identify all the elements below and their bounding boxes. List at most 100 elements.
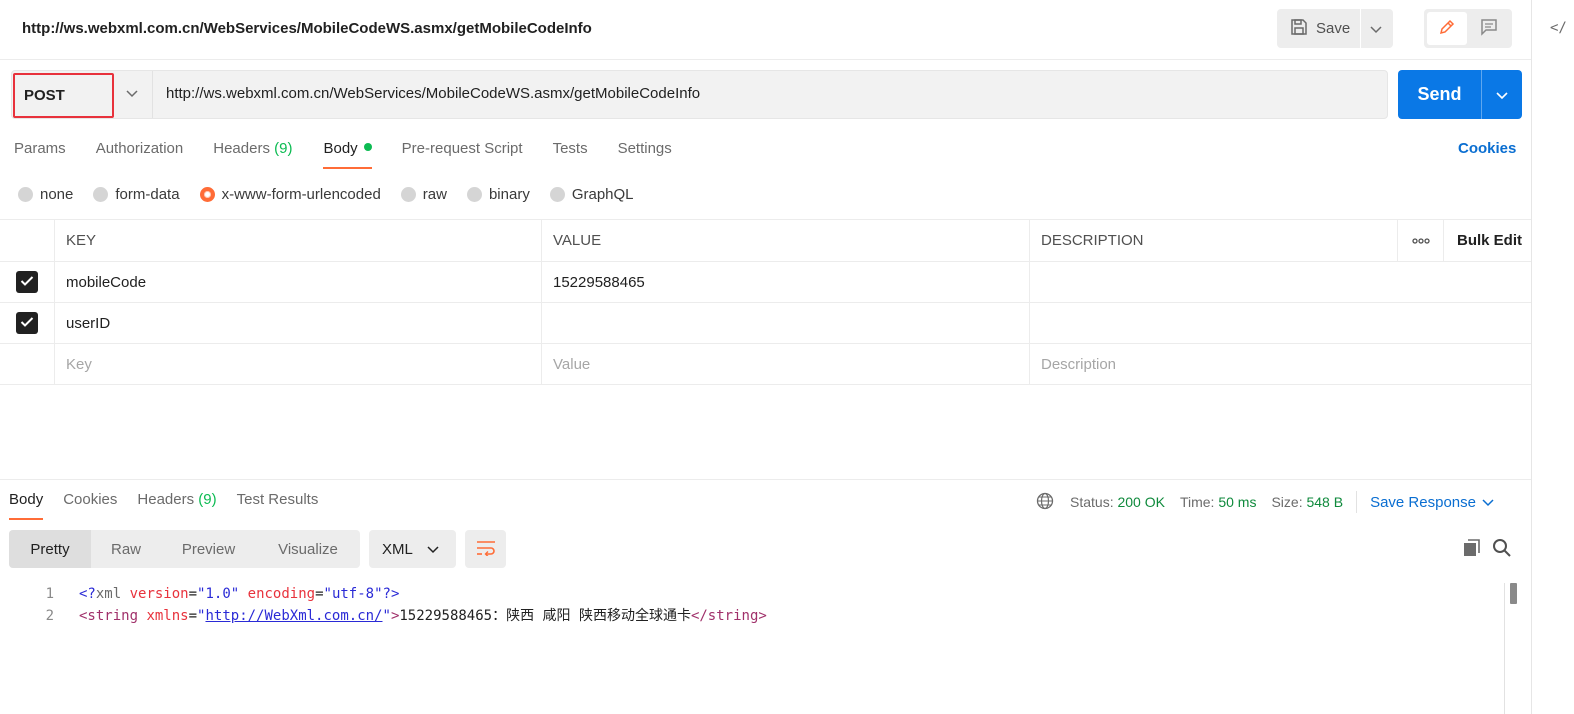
view-tab-preview[interactable]: Preview	[161, 530, 256, 568]
comments-button[interactable]	[1469, 12, 1509, 45]
code-token: "utf-8"	[323, 586, 383, 602]
code-token: xmlns	[146, 608, 189, 624]
value-cell[interactable]: 15229588465	[541, 262, 1030, 302]
method-chevron-down-icon[interactable]	[122, 84, 142, 104]
radio-label: raw	[422, 186, 447, 203]
url-input[interactable]: http://ws.webxml.com.cn/WebServices/Mobi…	[166, 85, 700, 102]
row-checkbox-cell	[0, 344, 54, 384]
comment-icon	[1480, 18, 1498, 39]
body-indicator-dot	[363, 143, 372, 152]
select-all-cell	[0, 220, 54, 261]
response-tab-headers[interactable]: Headers (9)	[137, 491, 216, 520]
response-meta: Status: 200 OK Time: 50 ms Size: 548 B S…	[1036, 491, 1494, 513]
size-value[interactable]: 548 B	[1306, 494, 1343, 510]
tab-params[interactable]: Params	[14, 140, 66, 169]
code-token: version	[129, 586, 189, 602]
radio-label: none	[40, 186, 74, 203]
response-view-tabs: Pretty Raw Preview Visualize	[9, 530, 360, 568]
radio-x-www-form-urlencoded[interactable]: x-www-form-urlencoded	[199, 186, 381, 203]
view-tab-pretty[interactable]: Pretty	[9, 530, 91, 568]
tab-headers[interactable]: Headers (9)	[213, 140, 292, 169]
code-token: <string	[79, 608, 139, 624]
code-snippet-icon[interactable]: </	[1550, 20, 1567, 36]
code-line: 1 <? xml version = "1.0" encoding = "utf-8" ?>	[0, 583, 767, 605]
tab-settings[interactable]: Settings	[618, 140, 672, 169]
radio-label: form-data	[115, 186, 180, 203]
column-header-description: DESCRIPTION	[1029, 220, 1398, 261]
response-tab-test-results[interactable]: Test Results	[237, 491, 319, 520]
radio-circle	[93, 187, 109, 202]
format-label: XML	[382, 540, 413, 558]
radio-form-data[interactable]: form-data	[93, 186, 180, 203]
tab-headers-label: Headers	[213, 140, 270, 157]
right-sidebar-divider	[1531, 0, 1532, 714]
code-token: >	[390, 608, 400, 624]
status-label: Status:	[1070, 494, 1114, 510]
format-select[interactable]: XML	[369, 530, 456, 568]
line-number: 2	[45, 608, 54, 624]
code-text: 15229588465：陕西 咸阳 陕西移动全球通卡	[399, 608, 691, 624]
copy-icon[interactable]	[1462, 538, 1482, 561]
tab-pre-request-script[interactable]: Pre-request Script	[402, 140, 523, 169]
table-header-row: KEY VALUE DESCRIPTION Bulk Edit	[0, 219, 1531, 262]
description-cell[interactable]	[1029, 262, 1398, 302]
chevron-down-icon	[427, 541, 439, 558]
code-link[interactable]: http://WebXml.com.cn/	[205, 605, 382, 627]
request-tabs: Params Authorization Headers (9) Body Pr…	[14, 140, 672, 169]
mode-toggle-group	[1424, 9, 1512, 48]
code-token: </string>	[690, 608, 767, 624]
more-options-icon[interactable]	[1397, 220, 1444, 261]
view-tab-raw[interactable]: Raw	[91, 530, 161, 568]
row-checkbox[interactable]	[16, 312, 38, 334]
response-code-view[interactable]: 1 <? xml version = "1.0" encoding = "utf-8" ?> …	[0, 583, 767, 627]
response-tab-headers-count: (9)	[198, 491, 217, 508]
edit-mode-button[interactable]	[1427, 12, 1467, 45]
tab-body[interactable]: Body	[323, 140, 372, 169]
bulk-edit-button[interactable]: Bulk Edit	[1443, 220, 1531, 261]
radio-binary[interactable]: binary	[466, 186, 530, 203]
key-cell[interactable]: mobileCode	[54, 262, 542, 302]
radio-graphql[interactable]: GraphQL	[549, 186, 634, 203]
value-placeholder-input[interactable]: Value	[541, 344, 1030, 384]
wrap-lines-icon	[476, 540, 496, 559]
search-icon[interactable]	[1492, 538, 1512, 561]
wrap-lines-button[interactable]	[465, 530, 506, 568]
tab-body-label: Body	[323, 140, 358, 157]
save-options-button[interactable]	[1361, 9, 1391, 48]
response-tab-body[interactable]: Body	[9, 491, 44, 520]
save-button[interactable]: Save	[1277, 9, 1362, 48]
row-checkbox[interactable]	[16, 271, 38, 293]
key-placeholder-input[interactable]: Key	[54, 344, 542, 384]
tab-headers-count: (9)	[274, 140, 293, 157]
size-label: Size:	[1271, 494, 1303, 510]
key-cell[interactable]: userID	[54, 303, 542, 343]
tab-tests[interactable]: Tests	[553, 140, 588, 169]
chevron-down-icon	[1496, 87, 1508, 103]
radio-none[interactable]: none	[18, 186, 73, 203]
description-placeholder-input[interactable]: Description	[1029, 344, 1398, 384]
response-tab-headers-label: Headers	[137, 491, 195, 508]
code-scrollbar[interactable]	[1510, 583, 1517, 604]
column-header-value: VALUE	[541, 220, 1030, 261]
save-response-button[interactable]: Save Response	[1370, 494, 1494, 511]
response-tab-cookies[interactable]: Cookies	[63, 491, 117, 520]
status-value[interactable]: 200 OK	[1117, 494, 1164, 510]
chevron-down-icon	[1482, 494, 1494, 511]
request-title[interactable]: http://ws.webxml.com.cn/WebServices/Mobi…	[22, 20, 592, 37]
response-divider[interactable]	[0, 479, 1531, 480]
send-button[interactable]: Send	[1398, 84, 1481, 105]
description-cell[interactable]	[1029, 303, 1398, 343]
view-tab-visualize[interactable]: Visualize	[256, 530, 360, 568]
send-options-button[interactable]	[1482, 70, 1522, 119]
cookies-link[interactable]: Cookies	[1458, 140, 1516, 157]
radio-circle	[466, 187, 482, 202]
time-value[interactable]: 50 ms	[1218, 494, 1256, 510]
value-cell[interactable]	[541, 303, 1030, 343]
tab-authorization[interactable]: Authorization	[96, 140, 184, 169]
pencil-icon	[1438, 18, 1456, 39]
globe-icon[interactable]	[1036, 492, 1054, 513]
save-icon	[1290, 18, 1308, 40]
radio-raw[interactable]: raw	[400, 186, 447, 203]
radio-label: binary	[488, 186, 530, 203]
method-select[interactable]: POST	[13, 73, 114, 118]
